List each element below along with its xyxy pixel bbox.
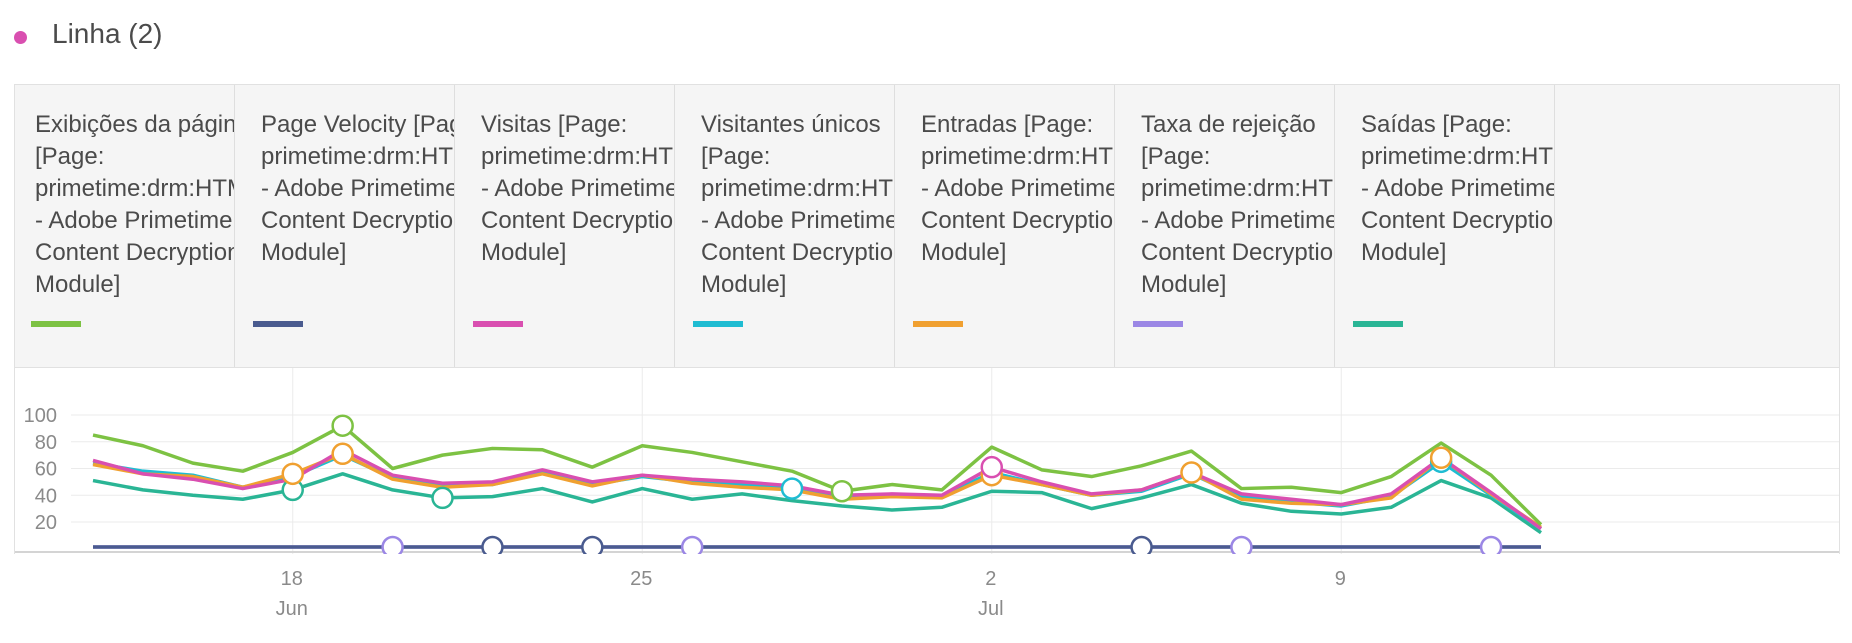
chart-legend: Exibições da página [Page: primetime:drm… — [15, 85, 1839, 368]
panel-header: Linha (2) — [0, 0, 1852, 72]
series-line[interactable] — [92, 423, 1543, 526]
legend-swatch — [913, 321, 963, 327]
data-point-marker[interactable] — [1130, 535, 1153, 554]
data-point-marker[interactable] — [431, 486, 454, 510]
x-tick-month-label: Jul — [978, 598, 1004, 620]
legend-swatch — [473, 321, 523, 327]
data-point-marker[interactable] — [780, 477, 804, 500]
legend-label: Visitantes únicos [Page: primetime:drm:H… — [701, 111, 895, 298]
data-point-marker[interactable] — [1429, 446, 1453, 470]
x-tick-label: 18 — [281, 568, 303, 590]
data-point-marker[interactable] — [481, 535, 504, 554]
legend-item[interactable]: Entradas [Page: primetime:drm:HTML5 - Ad… — [895, 85, 1115, 367]
legend-label: Saídas [Page: primetime:drm:HTML5 - Adob… — [1361, 111, 1555, 266]
legend-label: Entradas [Page: primetime:drm:HTML5 - Ad… — [921, 111, 1115, 266]
data-point-marker[interactable] — [1180, 461, 1203, 484]
data-point-marker[interactable] — [1230, 535, 1253, 554]
y-tick-label: 20 — [35, 512, 57, 534]
legend-label: Page Velocity [Page: primetime:drm:HTML5… — [261, 111, 455, 266]
line-chart-plot[interactable]: 20 40 60 80 100 — [15, 368, 1839, 554]
y-tick-label: 60 — [35, 459, 57, 481]
data-point-marker[interactable] — [581, 535, 604, 554]
legend-swatch — [31, 321, 81, 327]
legend-swatch — [1353, 321, 1403, 327]
y-tick-label: 40 — [35, 485, 57, 507]
legend-item[interactable]: Visitantes únicos [Page: primetime:drm:H… — [675, 85, 895, 367]
data-point-marker[interactable] — [1479, 535, 1503, 554]
x-tick-label: 2 — [985, 568, 996, 590]
panel-title[interactable]: Linha (2) — [52, 18, 163, 50]
x-tick-month-label: Jun — [276, 598, 308, 620]
legend-swatch — [253, 321, 303, 327]
legend-item[interactable]: Taxa de rejeição [Page: primetime:drm:HT… — [1115, 85, 1335, 367]
data-point-marker[interactable] — [830, 479, 854, 503]
data-point-marker[interactable] — [331, 442, 354, 466]
legend-label: Taxa de rejeição [Page: primetime:drm:HT… — [1141, 111, 1335, 298]
data-point-marker[interactable] — [331, 414, 354, 437]
legend-swatch — [693, 321, 743, 327]
data-point-marker[interactable] — [381, 535, 404, 554]
legend-item[interactable]: Exibições da página [Page: primetime:drm… — [15, 85, 235, 367]
chart-container: Exibições da página [Page: primetime:drm… — [14, 84, 1840, 554]
legend-label: Visitas [Page: primetime:drm:HTML5 - Ado… — [481, 111, 675, 266]
x-tick-label: 9 — [1335, 568, 1346, 590]
legend-label: Exibições da página [Page: primetime:drm… — [35, 111, 235, 298]
legend-swatch — [1133, 321, 1183, 327]
legend-item[interactable]: Page Velocity [Page: primetime:drm:HTML5… — [235, 85, 455, 367]
data-point-marker[interactable] — [281, 462, 304, 486]
data-point-marker[interactable] — [680, 535, 704, 554]
y-tick-label: 80 — [35, 432, 57, 454]
legend-item[interactable]: Visitas [Page: primetime:drm:HTML5 - Ado… — [455, 85, 675, 367]
panel-color-dot — [14, 31, 27, 44]
y-tick-label: 100 — [24, 405, 57, 427]
x-tick-label: 25 — [630, 568, 652, 590]
data-point-marker[interactable] — [980, 455, 1004, 479]
legend-item[interactable]: Saídas [Page: primetime:drm:HTML5 - Adob… — [1335, 85, 1555, 367]
x-axis: 18 Jun 25 2 Jul 9 — [276, 568, 1346, 620]
